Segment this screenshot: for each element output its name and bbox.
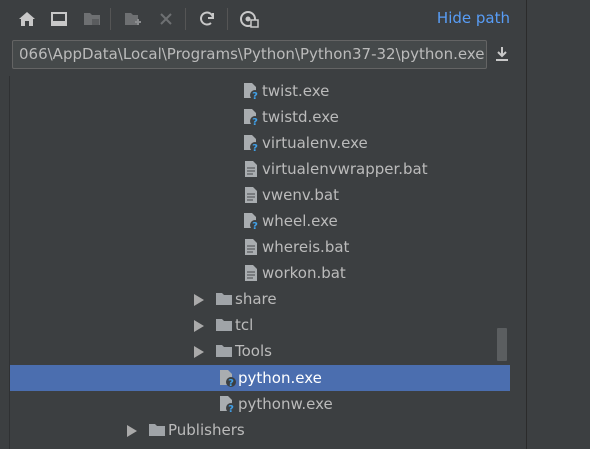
toolbar-separator bbox=[110, 8, 111, 30]
text-file-icon bbox=[242, 186, 260, 204]
tree-file-row[interactable]: workon.bat bbox=[10, 260, 510, 286]
tree-file-row[interactable]: ? virtualenv.exe bbox=[10, 130, 510, 156]
expand-arrow-icon[interactable] bbox=[194, 346, 204, 358]
folder-icon bbox=[215, 290, 233, 308]
svg-text:?: ? bbox=[228, 378, 234, 387]
folder-icon bbox=[215, 316, 233, 334]
expand-arrow-icon[interactable] bbox=[194, 320, 204, 332]
delete-icon[interactable] bbox=[155, 8, 177, 30]
tree-item-label: vwenv.bat bbox=[262, 186, 339, 204]
toolbar: Hide path bbox=[0, 0, 526, 36]
svg-text:?: ? bbox=[252, 143, 258, 152]
tree-file-row[interactable]: ? python.exe bbox=[10, 365, 510, 391]
desktop-icon[interactable] bbox=[48, 8, 70, 30]
text-file-icon bbox=[242, 160, 260, 178]
toolbar-separator bbox=[185, 8, 186, 30]
tree-item-label: Tools bbox=[235, 342, 272, 360]
expand-arrow-icon[interactable] bbox=[127, 425, 137, 437]
file-tree[interactable]: ? twist.exe? twistd.exe? virtualenv.exe virt… bbox=[9, 76, 510, 449]
background-panel bbox=[526, 0, 590, 449]
tree-item-label: Publishers bbox=[168, 421, 245, 439]
tree-file-row[interactable]: ? twistd.exe bbox=[10, 104, 510, 130]
exe-file-icon: ? bbox=[218, 369, 236, 389]
text-file-icon bbox=[242, 238, 260, 256]
tree-folder-row[interactable]: tcl bbox=[10, 312, 510, 338]
tree-scrollbar-thumb[interactable] bbox=[497, 328, 507, 361]
exe-file-icon: ? bbox=[242, 108, 260, 128]
new-folder-icon[interactable] bbox=[122, 8, 144, 30]
folder-icon bbox=[215, 342, 233, 360]
home-icon[interactable] bbox=[16, 8, 38, 30]
exe-file-icon: ? bbox=[242, 212, 260, 232]
tree-item-label: virtualenvwrapper.bat bbox=[262, 160, 428, 178]
tree-item-label: pythonw.exe bbox=[238, 395, 333, 413]
exe-file-icon: ? bbox=[242, 134, 260, 154]
tree-item-label: tcl bbox=[235, 316, 254, 334]
svg-text:?: ? bbox=[252, 91, 258, 100]
tree-file-row[interactable]: virtualenvwrapper.bat bbox=[10, 156, 510, 182]
text-file-icon bbox=[242, 264, 260, 282]
tree-item-label: wheel.exe bbox=[262, 212, 338, 230]
file-chooser-dialog: Hide path 066\AppData\Local\Programs\Pyt… bbox=[0, 0, 526, 449]
tree-item-label: twist.exe bbox=[262, 82, 330, 100]
tree-file-row[interactable]: whereis.bat bbox=[10, 234, 510, 260]
expand-arrow-icon[interactable] bbox=[194, 294, 204, 306]
tree-file-row[interactable]: ? wheel.exe bbox=[10, 208, 510, 234]
tree-folder-row[interactable]: share bbox=[10, 286, 510, 312]
tree-folder-row[interactable]: Publishers bbox=[10, 417, 510, 443]
folder-icon bbox=[148, 421, 166, 439]
refresh-icon[interactable] bbox=[196, 8, 218, 30]
tree-item-label: workon.bat bbox=[262, 264, 346, 282]
tree-file-row[interactable]: ? twist.exe bbox=[10, 78, 510, 104]
exe-file-icon: ? bbox=[242, 82, 260, 102]
tree-item-label: virtualenv.exe bbox=[262, 134, 368, 152]
tree-folder-row[interactable]: Tools bbox=[10, 338, 510, 364]
tree-item-label: share bbox=[235, 290, 277, 308]
download-icon[interactable] bbox=[492, 44, 512, 64]
tree-item-label: twistd.exe bbox=[262, 108, 339, 126]
project-folder-icon[interactable] bbox=[81, 8, 103, 30]
path-input[interactable]: 066\AppData\Local\Programs\Python\Python… bbox=[12, 40, 487, 69]
tree-item-label: python.exe bbox=[238, 369, 322, 387]
toolbar-separator bbox=[227, 8, 228, 30]
tree-file-row[interactable]: ? pythonw.exe bbox=[10, 391, 510, 417]
svg-text:?: ? bbox=[228, 404, 234, 413]
svg-text:?: ? bbox=[252, 221, 258, 230]
svg-text:?: ? bbox=[252, 117, 258, 126]
hide-path-link[interactable]: Hide path bbox=[437, 9, 510, 27]
tree-file-row[interactable]: vwenv.bat bbox=[10, 182, 510, 208]
exe-file-icon: ? bbox=[218, 395, 236, 415]
show-hidden-files-icon[interactable] bbox=[238, 8, 260, 30]
tree-item-label: whereis.bat bbox=[262, 238, 350, 256]
